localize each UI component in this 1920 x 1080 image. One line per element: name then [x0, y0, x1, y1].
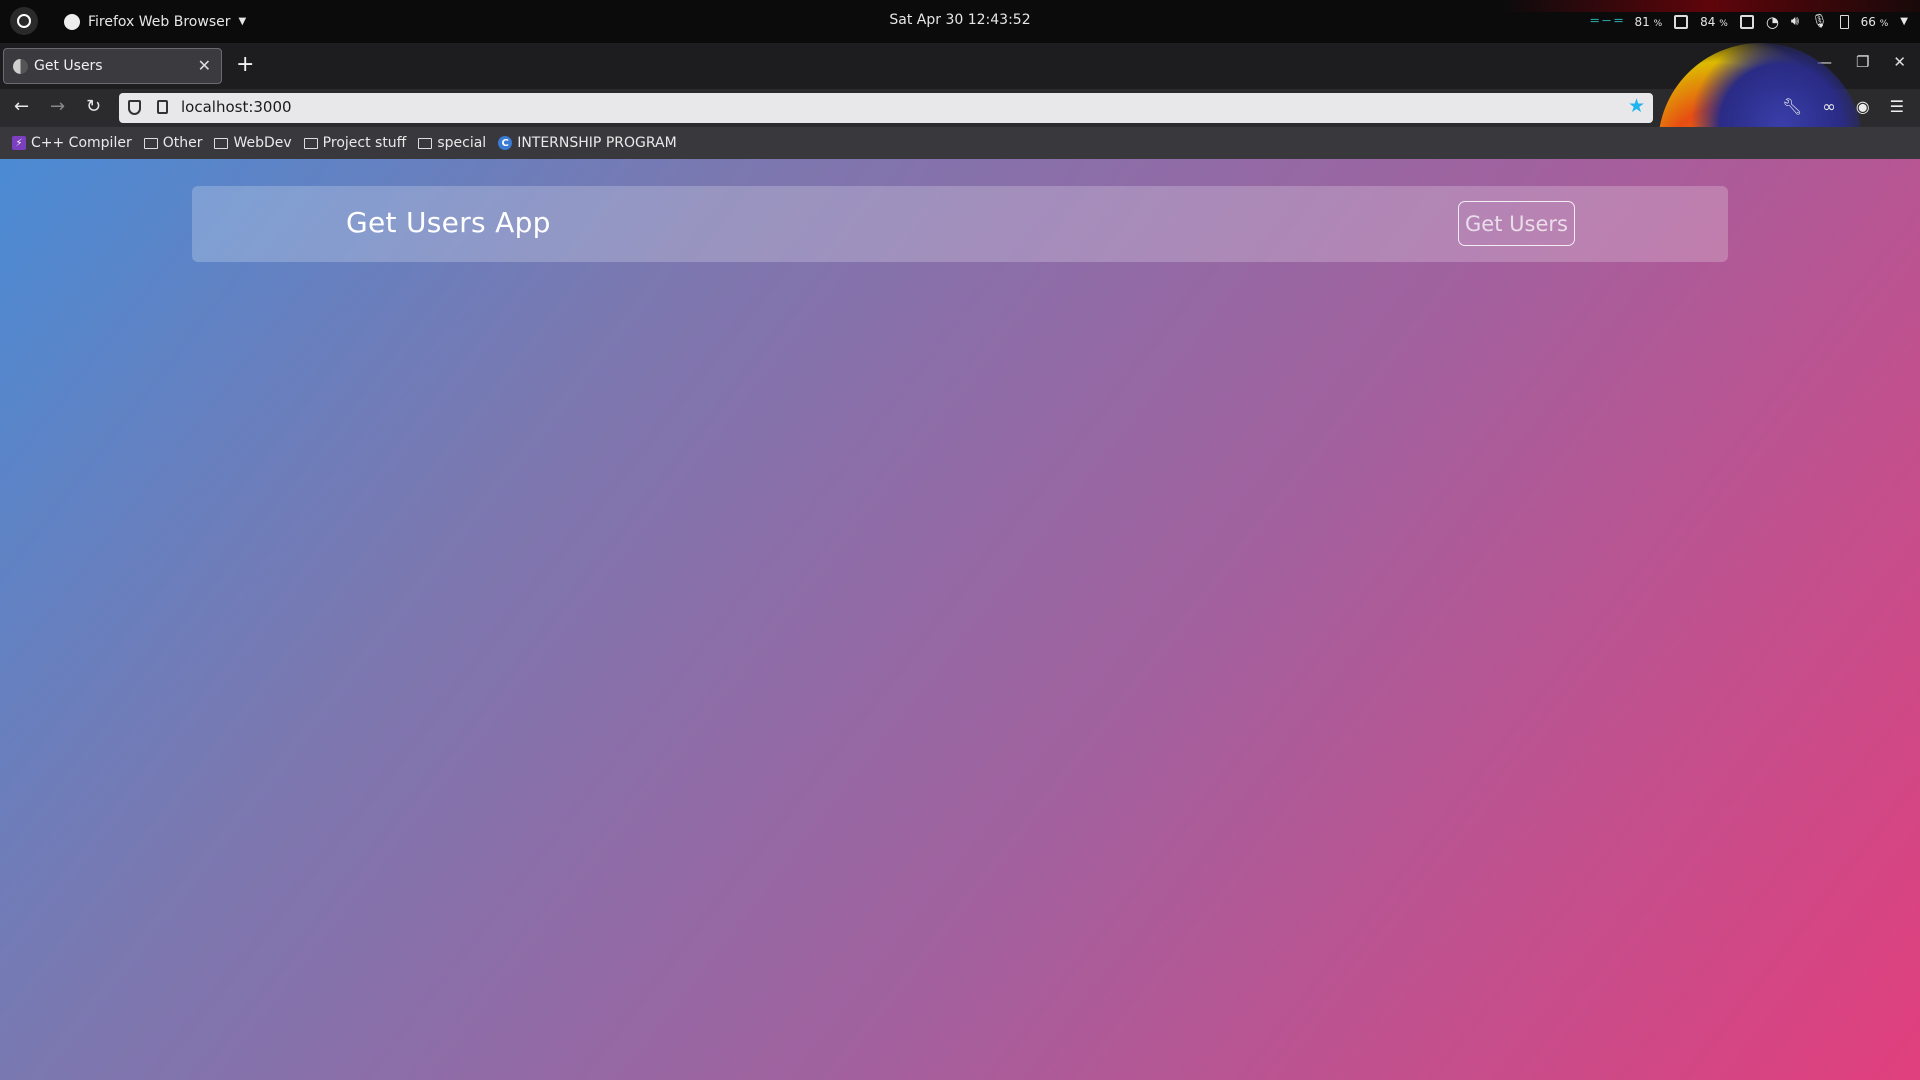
battery-icon — [1839, 14, 1849, 29]
bookmark-internship-program[interactable]: C INTERNSHIP PROGRAM — [498, 135, 677, 151]
bookmark-label: WebDev — [233, 135, 292, 151]
favicon-icon — [13, 58, 28, 74]
reload-icon[interactable]: ↻ — [86, 96, 101, 117]
microphone-icon[interactable]: 🎙︎ — [1811, 14, 1828, 29]
page-content: Get Users App Get Users — [0, 159, 1920, 1080]
bookmark-label: special — [437, 135, 487, 151]
stat-2-value: 84 — [1700, 14, 1716, 29]
get-users-button[interactable]: Get Users — [1458, 201, 1575, 246]
clock-app-icon[interactable]: ◔ — [1766, 13, 1779, 31]
internship-icon: C — [498, 136, 513, 150]
folder-icon — [418, 137, 433, 149]
cpu-icon — [1674, 14, 1689, 29]
new-tab-button[interactable]: + — [236, 52, 254, 77]
system-top-bar: Firefox Web Browser ▼ Sat Apr 30 12:43:5… — [0, 0, 1920, 43]
bookmark-folder-webdev[interactable]: WebDev — [214, 135, 292, 151]
bookmark-label: INTERNSHIP PROGRAM — [517, 135, 677, 151]
bookmark-folder-project-stuff[interactable]: Project stuff — [303, 135, 407, 151]
bookmark-label: Other — [162, 135, 203, 151]
back-arrow-icon[interactable]: ← — [14, 96, 29, 117]
app-header: Get Users App Get Users — [192, 186, 1728, 262]
address-bar[interactable]: localhost:3000 ★ — [119, 93, 1653, 123]
close-window-icon[interactable]: ✕ — [1893, 53, 1906, 71]
battery-unit: % — [1879, 18, 1889, 29]
network-graph-icon: ═ ─ ═ — [1590, 14, 1623, 29]
battery-percent: 66 — [1860, 14, 1876, 29]
cpp-compiler-icon: ⚡ — [12, 136, 26, 150]
navigation-bar: ← → ↻ localhost:3000 ★ — [0, 89, 1920, 127]
memory-icon — [1739, 14, 1754, 29]
page-info-icon[interactable] — [157, 100, 168, 114]
tab-title: Get Users — [34, 58, 103, 74]
url-text[interactable]: localhost:3000 — [181, 98, 292, 116]
bookmark-cpp-compiler[interactable]: ⚡ C++ Compiler — [12, 135, 132, 151]
folder-icon — [214, 137, 229, 149]
tab-get-users[interactable]: Get Users ✕ — [3, 48, 222, 84]
chevron-down-icon[interactable]: ▼ — [1900, 16, 1908, 27]
bookmark-folder-other[interactable]: Other — [143, 135, 203, 151]
bookmark-folder-special[interactable]: special — [418, 135, 486, 151]
stat-1-unit: % — [1653, 18, 1663, 29]
folder-icon — [303, 137, 318, 149]
bookmarks-toolbar: ⚡ C++ Compiler Other WebDev Project stuf… — [0, 127, 1920, 159]
tab-bar: Get Users ✕ + — ❐ ✕ — [0, 43, 1920, 89]
account-icon[interactable]: ◉ — [1856, 97, 1870, 116]
infinity-icon[interactable]: ∞ — [1822, 97, 1835, 116]
system-tray[interactable]: ═ ─ ═ 81 % 84 % ◔ 🔊︎ 🎙︎ 66 % ▼ — [1591, 0, 1908, 43]
forward-arrow-icon[interactable]: → — [50, 96, 65, 117]
page-title: Get Users App — [346, 206, 551, 239]
bookmark-label: Project stuff — [322, 135, 407, 151]
volume-icon[interactable]: 🔊︎ — [1791, 14, 1799, 29]
shield-icon[interactable] — [128, 100, 141, 115]
bookmark-star-icon[interactable]: ★ — [1628, 95, 1645, 117]
bookmark-label: C++ Compiler — [31, 135, 132, 151]
stat-2-unit: % — [1719, 18, 1728, 29]
folder-icon — [143, 137, 158, 149]
hamburger-menu-icon[interactable]: ☰ — [1890, 97, 1904, 116]
toolbar-icons: 🔧︎ ∞ ◉ ☰ — [1782, 97, 1904, 116]
stat-2: 84 % — [1700, 15, 1728, 29]
wrench-icon[interactable]: 🔧︎ — [1782, 97, 1802, 116]
stat-1: 81 % — [1634, 15, 1662, 29]
battery: 66 % — [1861, 15, 1889, 29]
close-tab-icon[interactable]: ✕ — [198, 56, 211, 75]
stat-1-value: 81 — [1634, 14, 1650, 29]
